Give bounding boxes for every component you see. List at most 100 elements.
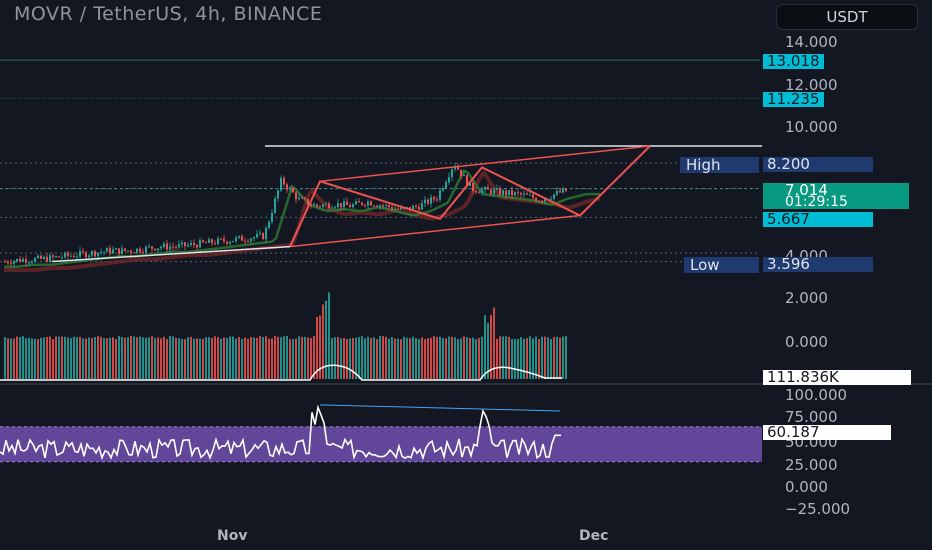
candle [505, 190, 507, 195]
candle [418, 206, 420, 210]
candle [391, 207, 393, 210]
volume-bar [418, 339, 420, 379]
candle [502, 190, 504, 195]
candle [448, 176, 450, 183]
volume-bar [424, 339, 426, 379]
volume-bar [244, 337, 246, 379]
candle [496, 188, 498, 190]
candle [538, 201, 540, 203]
rsi-tick: 100.000 [785, 386, 848, 404]
volume-bar [4, 337, 6, 379]
volume-bar [34, 338, 36, 379]
candle [40, 255, 42, 259]
candle [541, 201, 543, 203]
volume-bar [439, 336, 441, 379]
volume-bar [451, 336, 453, 379]
x-axis-label-nov: Nov [217, 528, 248, 544]
candle [199, 240, 201, 248]
candle [352, 204, 354, 208]
volume-bar [463, 336, 465, 379]
candle [16, 258, 18, 262]
candle [70, 255, 72, 257]
volume-bar [106, 338, 108, 379]
volume-bar [433, 336, 435, 379]
candle [424, 199, 426, 204]
volume-bar [358, 337, 360, 379]
volume-bar [109, 337, 111, 379]
candle [172, 246, 174, 248]
volume-bar [559, 337, 561, 379]
candle [535, 197, 537, 202]
candle [265, 228, 267, 240]
candle [553, 194, 555, 199]
candle [295, 192, 297, 200]
x-axis-label-dec: Dec [579, 528, 609, 544]
candle [382, 205, 384, 207]
candle [298, 197, 300, 200]
volume-bar [274, 336, 276, 379]
candle [511, 190, 513, 196]
candle [514, 192, 516, 196]
candle [304, 198, 306, 200]
candle [187, 244, 189, 247]
rsi-divergence-line [319, 404, 561, 412]
candle [268, 221, 270, 229]
volume-bar [142, 337, 144, 379]
volume-bar [13, 338, 15, 379]
volume-bar [271, 338, 273, 379]
volume-bar [478, 338, 480, 379]
volume-bar [337, 336, 339, 379]
volume-bar [457, 339, 459, 379]
candle [316, 204, 318, 207]
candle [313, 204, 315, 206]
candle [493, 189, 495, 195]
candle [148, 246, 150, 248]
candle [46, 256, 48, 262]
candle [205, 242, 207, 244]
volume-bar [19, 337, 21, 379]
volume-bar [508, 336, 510, 379]
volume-bar [40, 337, 42, 379]
volume-bar [16, 336, 18, 379]
volume-bar [550, 339, 552, 379]
candle [136, 248, 138, 253]
volume-bar [202, 338, 204, 379]
candle [460, 169, 462, 177]
volume-bar [79, 336, 81, 379]
volume-bar [82, 338, 84, 379]
candle [400, 207, 402, 210]
candle [160, 247, 162, 249]
volume-bar [73, 336, 75, 379]
candle [259, 233, 261, 235]
volume-bar [391, 337, 393, 379]
volume-bar [421, 337, 423, 379]
candle [490, 189, 492, 195]
candle [442, 188, 444, 191]
volume-bar [223, 337, 225, 379]
candle [124, 248, 126, 251]
volume-bar [382, 336, 384, 379]
volume-bar [325, 300, 327, 379]
candle [145, 246, 147, 253]
candle [340, 203, 342, 208]
volume-bar [511, 338, 513, 379]
candle [256, 233, 258, 238]
volume-bar [370, 338, 372, 379]
candle [271, 212, 273, 222]
volume-bar [265, 336, 267, 379]
candle [4, 261, 6, 263]
candle [139, 248, 141, 253]
candle [436, 199, 438, 201]
volume-bar [43, 337, 45, 379]
volume-bar [379, 335, 381, 379]
candle [55, 256, 57, 258]
candle [565, 188, 567, 192]
volume-bar [121, 337, 123, 379]
volume-bar [520, 337, 522, 379]
candle [103, 251, 105, 253]
currency-button[interactable]: USDT [776, 4, 918, 30]
candle [214, 243, 216, 245]
candle [394, 208, 396, 210]
volume-bar [292, 339, 294, 379]
candle [229, 241, 231, 244]
